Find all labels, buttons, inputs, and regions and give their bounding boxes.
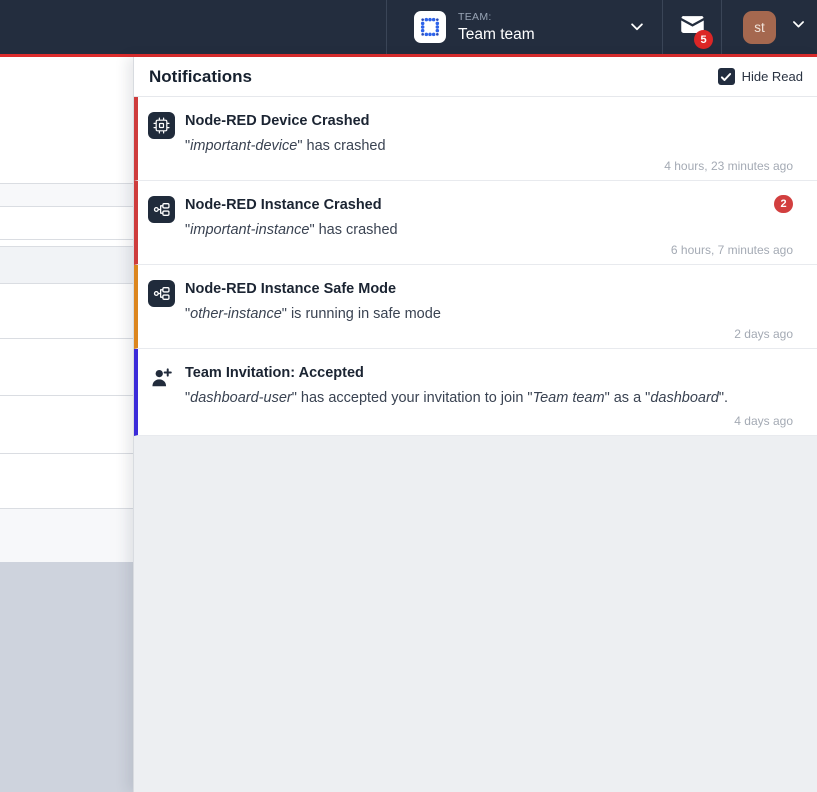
unread-count-badge: 5 bbox=[694, 30, 713, 49]
notification-title: Node-RED Instance Crashed bbox=[185, 196, 382, 215]
team-kicker-label: TEAM: bbox=[458, 11, 535, 23]
notification-title-row: Node-RED Instance Crashed 2 bbox=[185, 193, 793, 215]
notification-content: Node-RED Instance Crashed 2 "important-ins… bbox=[185, 193, 793, 264]
notifications-inbox-button[interactable]: 5 bbox=[662, 0, 721, 54]
notification-count-badge: 2 bbox=[774, 195, 793, 213]
notification-title-row: Team Invitation: Accepted bbox=[185, 361, 793, 383]
background-table-row bbox=[0, 246, 133, 283]
team-selector-labels: TEAM: Team team bbox=[458, 11, 535, 44]
notification-message: "dashboard-user" has accepted your invit… bbox=[185, 388, 793, 408]
background-placeholder-block bbox=[0, 562, 133, 792]
notification-content: Node-RED Device Crashed "important-device… bbox=[185, 109, 793, 180]
team-name-label: Team team bbox=[458, 26, 535, 44]
check-icon bbox=[720, 71, 732, 83]
notifications-panel: Notifications Hide Read Node-RED Device … bbox=[133, 57, 817, 792]
background-row-divider bbox=[0, 395, 133, 396]
background-table-row bbox=[0, 183, 133, 206]
hide-read-label: Hide Read bbox=[742, 69, 803, 84]
notification-item[interactable]: Node-RED Instance Crashed 2 "important-ins… bbox=[134, 181, 817, 265]
background-row-divider bbox=[0, 239, 133, 240]
team-avatar-identicon bbox=[414, 11, 446, 43]
user-add-icon bbox=[148, 364, 175, 391]
notification-title: Team Invitation: Accepted bbox=[185, 364, 364, 383]
notification-title: Node-RED Instance Safe Mode bbox=[185, 280, 396, 299]
top-navbar: TEAM: Team team 5 st bbox=[0, 0, 817, 54]
background-row-divider bbox=[0, 206, 133, 207]
user-menu[interactable]: st bbox=[721, 0, 817, 54]
notification-message: "other-instance" is running in safe mode bbox=[185, 304, 793, 324]
background-table-row bbox=[0, 508, 133, 562]
team-selector[interactable]: TEAM: Team team bbox=[386, 0, 662, 54]
notification-title-row: Node-RED Instance Safe Mode bbox=[185, 277, 793, 299]
notification-timestamp: 2 days ago bbox=[185, 327, 793, 341]
notifications-header: Notifications Hide Read bbox=[134, 57, 817, 97]
chevron-down-icon bbox=[790, 16, 807, 38]
chevron-down-icon bbox=[628, 18, 646, 36]
notification-message: "important-instance" has crashed bbox=[185, 220, 793, 240]
background-row-divider bbox=[0, 453, 133, 454]
notification-title: Node-RED Device Crashed bbox=[185, 112, 370, 131]
background-row-divider bbox=[0, 246, 133, 247]
device-icon bbox=[148, 112, 175, 139]
notification-content: Team Invitation: Accepted "dashboard-user… bbox=[185, 361, 793, 435]
notification-list: Node-RED Device Crashed "important-device… bbox=[134, 97, 817, 436]
notification-timestamp: 4 days ago bbox=[185, 414, 793, 428]
hide-read-toggle[interactable]: Hide Read bbox=[718, 68, 803, 85]
navbar-spacer bbox=[0, 0, 386, 54]
notification-content: Node-RED Instance Safe Mode "other-instan… bbox=[185, 277, 793, 348]
instance-icon bbox=[148, 196, 175, 223]
notification-timestamp: 4 hours, 23 minutes ago bbox=[185, 159, 793, 173]
notification-title-row: Node-RED Device Crashed bbox=[185, 109, 793, 131]
hide-read-checkbox[interactable] bbox=[718, 68, 735, 85]
notification-item[interactable]: Team Invitation: Accepted "dashboard-user… bbox=[134, 349, 817, 436]
avatar: st bbox=[743, 11, 776, 44]
background-row-divider bbox=[0, 183, 133, 184]
background-row-divider bbox=[0, 508, 133, 509]
notification-timestamp: 6 hours, 7 minutes ago bbox=[185, 243, 793, 257]
background-page bbox=[0, 57, 133, 792]
background-row-divider bbox=[0, 283, 133, 284]
notification-item[interactable]: Node-RED Device Crashed "important-device… bbox=[134, 97, 817, 181]
notification-item[interactable]: Node-RED Instance Safe Mode "other-instan… bbox=[134, 265, 817, 349]
background-row-divider bbox=[0, 338, 133, 339]
instance-icon bbox=[148, 280, 175, 307]
page-title: Notifications bbox=[149, 67, 718, 87]
notification-message: "important-device" has crashed bbox=[185, 136, 793, 156]
